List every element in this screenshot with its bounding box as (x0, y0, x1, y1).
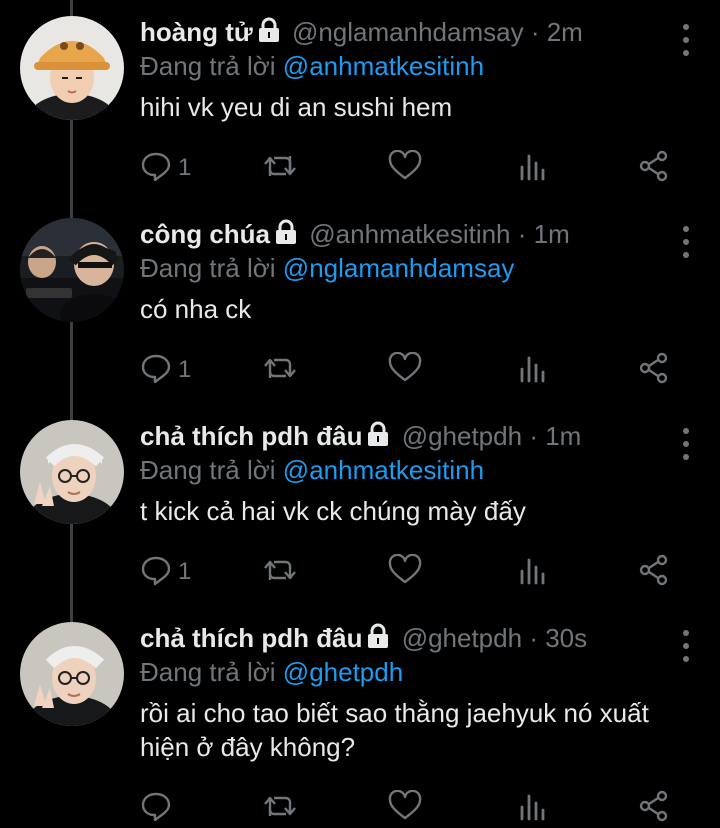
share-button[interactable] (638, 350, 670, 390)
handle[interactable]: @ghetpdh (402, 623, 522, 653)
reply-button[interactable]: 1 (140, 350, 191, 390)
handle[interactable]: @nglamanhdamsay (292, 17, 524, 47)
bar-chart-icon (516, 150, 548, 187)
share-button[interactable] (638, 148, 670, 188)
share-icon (638, 352, 670, 389)
more-options-icon[interactable] (678, 428, 694, 460)
tweet[interactable]: hoàng tử @nglamanhdamsay · 2m Đang trả l… (0, 0, 720, 202)
reply-prefix: Đang trả lời (140, 253, 276, 283)
like-button[interactable] (388, 148, 422, 188)
share-icon (638, 790, 670, 827)
reply-icon (140, 352, 172, 389)
timestamp[interactable]: 30s (545, 623, 587, 653)
share-icon (638, 554, 670, 591)
bar-chart-icon (516, 352, 548, 389)
reply-button[interactable]: 1 (140, 552, 191, 592)
timestamp[interactable]: 1m (545, 421, 581, 451)
separator: · (529, 623, 538, 653)
display-name[interactable]: công chúa (140, 219, 270, 249)
heart-icon (388, 789, 422, 827)
bar-chart-icon (516, 790, 548, 827)
retweet-icon (262, 352, 298, 389)
tweet-text: rồi ai cho tao biết sao thằng jaehyuk nó… (140, 698, 649, 762)
reply-mention[interactable]: @anhmatkesitinh (283, 51, 484, 81)
tweet-actions: 1 (140, 552, 720, 592)
reply-icon (140, 150, 172, 187)
like-button[interactable] (388, 350, 422, 390)
tweet[interactable]: chả thích pdh đâu @ghetpdh · 30s Đang tr… (0, 606, 720, 826)
reply-mention[interactable]: @anhmatkesitinh (283, 455, 484, 485)
separator: · (529, 421, 538, 451)
display-name[interactable]: chả thích pdh đâu (140, 421, 362, 451)
views-button[interactable] (516, 148, 548, 188)
reply-count: 1 (178, 356, 192, 383)
timestamp[interactable]: 1m (534, 219, 570, 249)
lock-icon (257, 16, 281, 52)
retweet-icon (262, 150, 298, 187)
avatar[interactable] (20, 16, 124, 120)
lock-icon (366, 622, 390, 658)
lock-icon (274, 218, 298, 254)
reply-prefix: Đang trả lời (140, 51, 276, 81)
retweet-icon (262, 554, 298, 591)
tweet-actions (140, 788, 720, 828)
separator: · (517, 219, 527, 249)
more-options-icon[interactable] (678, 630, 694, 662)
more-options-icon[interactable] (678, 24, 694, 56)
share-button[interactable] (638, 552, 670, 592)
handle[interactable]: @anhmatkesitinh (309, 219, 510, 249)
separator: · (530, 17, 540, 47)
heart-icon (388, 351, 422, 389)
tweet-actions: 1 (140, 148, 720, 188)
views-button[interactable] (516, 350, 548, 390)
tweet-text: có nha ck (140, 294, 252, 324)
reply-mention[interactable]: @nglamanhdamsay (283, 253, 515, 283)
display-name[interactable]: hoàng tử (140, 17, 253, 47)
reply-count: 1 (178, 558, 192, 585)
avatar[interactable] (20, 622, 124, 726)
reply-button[interactable]: 1 (140, 148, 191, 188)
timestamp[interactable]: 2m (547, 17, 583, 47)
display-name[interactable]: chả thích pdh đâu (140, 623, 362, 653)
reply-icon (140, 554, 172, 591)
bar-chart-icon (516, 554, 548, 591)
retweet-icon (262, 790, 298, 827)
views-button[interactable] (516, 788, 548, 828)
like-button[interactable] (388, 552, 422, 592)
retweet-button[interactable] (262, 552, 298, 592)
share-button[interactable] (638, 788, 670, 828)
reply-count: 1 (178, 154, 192, 181)
views-button[interactable] (516, 552, 548, 592)
tweet[interactable]: chả thích pdh đâu @ghetpdh · 1m Đang trả… (0, 404, 720, 606)
lock-icon (366, 420, 390, 456)
retweet-button[interactable] (262, 350, 298, 390)
handle[interactable]: @ghetpdh (402, 421, 522, 451)
reply-prefix: Đang trả lời (140, 455, 276, 485)
reply-button[interactable] (140, 788, 178, 828)
like-button[interactable] (388, 788, 422, 828)
retweet-button[interactable] (262, 148, 298, 188)
reply-icon (140, 790, 172, 827)
reply-prefix: Đang trả lời (140, 657, 276, 687)
share-icon (638, 150, 670, 187)
tweet-actions: 1 (140, 350, 720, 390)
avatar[interactable] (20, 218, 124, 322)
avatar[interactable] (20, 420, 124, 524)
tweet-text: hihi vk yeu di an sushi hem (140, 92, 453, 122)
tweet[interactable]: công chúa @anhmatkesitinh · 1m Đang trả … (0, 202, 720, 404)
reply-mention[interactable]: @ghetpdh (283, 657, 403, 687)
more-options-icon[interactable] (678, 226, 694, 258)
heart-icon (388, 149, 422, 187)
heart-icon (388, 553, 422, 591)
retweet-button[interactable] (262, 788, 298, 828)
tweet-text: t kick cả hai vk ck chúng mày đấy (140, 496, 526, 526)
